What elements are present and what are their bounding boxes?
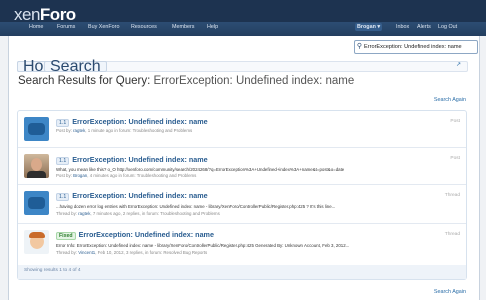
author-link[interactable]: Vincent1 — [78, 250, 95, 255]
result-item: 1.1 ErrorException: Undefined index: name… — [18, 111, 466, 148]
result-meta: Post by: Brogan, 4 minutes ago in forum:… — [56, 173, 197, 178]
result-type: Thread — [444, 232, 460, 237]
nav-tab-resources[interactable]: Resources — [129, 23, 159, 31]
nav-tab-members[interactable]: Members — [170, 23, 196, 31]
author-link[interactable]: Brogan — [73, 173, 87, 178]
nav-tab-home[interactable]: Home — [27, 23, 45, 31]
prefix-badge[interactable]: 1.1 — [56, 157, 70, 165]
author-link[interactable]: ragtek — [78, 211, 90, 216]
result-title: 1.1 ErrorException: Undefined index: name — [56, 191, 208, 201]
result-snippet: What, you mean like this? o_O http://xen… — [56, 167, 345, 172]
prefix-badge[interactable]: 1.1 — [56, 119, 70, 127]
user-photo-avatar[interactable] — [24, 154, 49, 178]
result-type: Thread — [444, 193, 460, 198]
cartoon-avatar[interactable] — [24, 230, 49, 254]
result-title-link[interactable]: ErrorException: Undefined index: name — [79, 230, 214, 239]
result-snippet: ...having dozen error log entries with E… — [56, 204, 336, 209]
search-again-link-bottom[interactable]: Search Again — [434, 289, 466, 295]
results-footer: Showing results 1 to 4 of 4 — [18, 265, 466, 279]
main-navigation: Home Forums Buy XenForo Resources Member… — [0, 22, 486, 36]
result-type: Post — [450, 119, 460, 124]
result-item: 1.1 ErrorException: Undefined index: name… — [18, 148, 466, 185]
result-title: 1.1 ErrorException: Undefined index: name — [56, 117, 208, 127]
result-meta: Thread by: ragtek, 7 minutes ago, 2 repl… — [56, 211, 220, 216]
result-snippet: Error Info: ErrorException: Undefined in… — [56, 243, 350, 248]
nav-tab-help[interactable]: Help — [205, 23, 220, 31]
jump-icon[interactable]: ↗ — [456, 61, 461, 68]
result-title: 1.1 ErrorException: Undefined index: name — [56, 155, 208, 165]
breadcrumb-search[interactable]: Search — [44, 59, 107, 75]
result-title-link[interactable]: ErrorException: Undefined index: name — [72, 155, 207, 164]
nav-tab-alerts[interactable]: Alerts — [415, 23, 433, 31]
result-type: Post — [450, 156, 460, 161]
result-title: Fixed ErrorException: Undefined index: na… — [56, 230, 214, 240]
nav-tab-forums[interactable]: Forums — [55, 23, 77, 31]
nav-tab-buy-xenforo[interactable]: Buy XenForo — [86, 23, 121, 31]
quick-search-input[interactable]: ⚲ ErrorException: Undefined index: name — [354, 40, 478, 54]
result-item: 1.1 ErrorException: Undefined index: name… — [18, 185, 466, 224]
user-menu-tab[interactable]: Brogan ▾ — [355, 23, 383, 31]
fixed-prefix-badge[interactable]: Fixed — [56, 232, 76, 240]
author-link[interactable]: ragtek — [73, 128, 85, 133]
xenforo-logo-avatar[interactable] — [24, 191, 49, 215]
result-meta: Thread by: Vincent1, Feb 10, 2012, 3 rep… — [56, 250, 208, 255]
result-title-link[interactable]: ErrorException: Undefined index: name — [72, 191, 207, 200]
nav-tab-log-out[interactable]: Log Out — [436, 23, 459, 31]
search-icon[interactable]: ⚲ — [355, 41, 364, 53]
nav-tab-inbox[interactable]: Inbox — [394, 23, 411, 31]
result-meta: Post by: ragtek, 1 minute ago in forum: … — [56, 128, 193, 133]
search-results-list: 1.1 ErrorException: Undefined index: name… — [17, 110, 467, 280]
result-title-link[interactable]: ErrorException: Undefined index: name — [72, 117, 207, 126]
xenforo-logo-avatar[interactable] — [24, 117, 49, 141]
result-item: Fixed ErrorException: Undefined index: na… — [18, 224, 466, 264]
page-title: Search Results for Query: ErrorException… — [18, 75, 355, 87]
search-again-link-top[interactable]: Search Again — [434, 97, 466, 103]
results-count: Showing results 1 to 4 of 4 — [24, 268, 81, 273]
prefix-badge[interactable]: 1.1 — [56, 193, 70, 201]
